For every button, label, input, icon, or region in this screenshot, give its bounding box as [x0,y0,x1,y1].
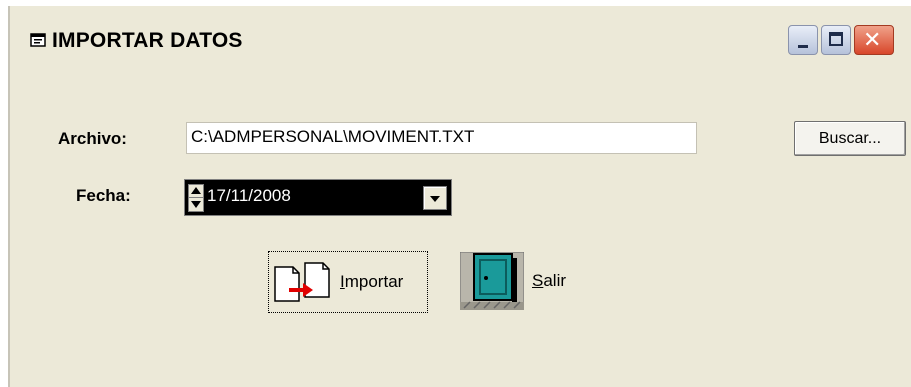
minimize-icon [798,45,808,48]
salir-mnemonic: S [532,271,544,290]
importar-button[interactable]: Importar [268,251,428,313]
date-dropdown-button[interactable] [423,186,447,210]
fecha-date-picker[interactable]: 17/11/2008 [184,179,452,216]
spin-up-icon[interactable] [191,187,201,194]
maximize-button[interactable] [821,25,851,55]
importar-label: Importar [340,272,403,292]
fecha-label: Fecha: [76,186,131,205]
salir-label: Salir [532,271,566,291]
close-icon: ✕ [863,28,882,53]
minimize-button[interactable] [788,25,818,55]
archivo-input[interactable]: C:\ADMPERSONAL\MOVIMENT.TXT [186,122,697,154]
fecha-value[interactable]: 17/11/2008 [207,186,291,206]
buscar-button[interactable]: Buscar... [794,121,906,156]
window-title: IMPORTAR DATOS [52,29,243,52]
salir-label-rest: alir [543,271,567,290]
spinner-divider [189,197,203,198]
spin-down-icon[interactable] [191,201,201,208]
window-app-icon [30,33,46,47]
import-window: IMPORTAR DATOS ✕ Archivo: C:\ADMPERSONAL… [8,6,911,387]
chevron-down-icon [430,196,440,202]
close-button[interactable]: ✕ [854,25,894,55]
archivo-label: Archivo: [58,129,127,148]
dialog-body: Archivo: C:\ADMPERSONAL\MOVIMENT.TXT Bus… [10,68,911,387]
exit-door-icon [460,252,524,310]
importar-label-rest: mportar [344,272,404,291]
maximize-icon [829,32,843,46]
salir-button[interactable]: Salir [460,252,590,310]
import-files-icon [274,262,330,302]
date-spinner[interactable] [188,184,204,212]
title-bar[interactable]: IMPORTAR DATOS ✕ [10,6,911,68]
